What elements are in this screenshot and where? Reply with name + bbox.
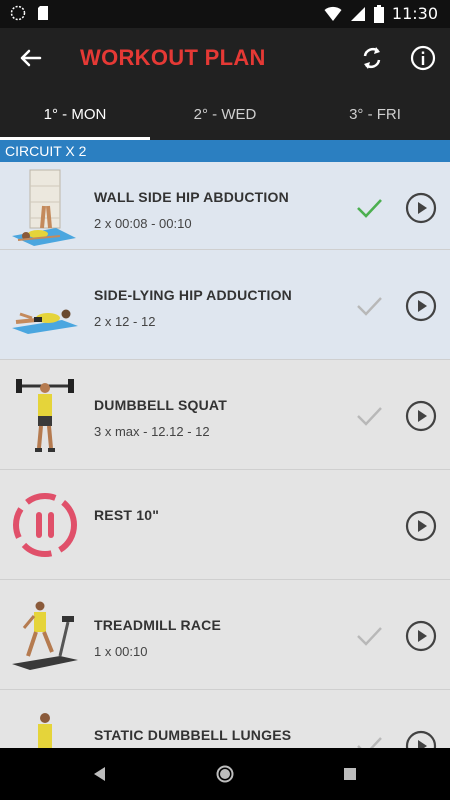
refresh-icon[interactable] [356,42,388,74]
exercise-name: REST 10" [94,507,160,523]
dumbbell-squat-thumbnail [16,379,74,452]
rest-pause-icon [13,493,77,557]
day-tabs: 1° - MON 2° - WED 3° - FRI [0,88,450,140]
system-nav-bar [0,748,450,800]
back-arrow-icon[interactable] [14,42,46,74]
info-icon[interactable] [407,42,439,74]
play-icon[interactable] [405,290,437,322]
exercise-name: DUMBBELL SQUAT [94,397,227,413]
exercise-name: SIDE-LYING HIP ADDUCTION [94,287,292,303]
wall-hip-abduction-thumbnail [12,169,76,246]
exercise-detail: 3 x max - 12.12 - 12 [94,424,210,439]
circuit-header: CIRCUIT X 2 [0,140,450,162]
exercise-name: TREADMILL RACE [94,617,221,633]
play-icon[interactable] [405,192,437,224]
nav-recents-icon[interactable] [340,764,360,784]
sd-card-icon [38,6,48,20]
side-lying-adduction-thumbnail [12,309,78,334]
exercise-detail: 1 x 00:10 [94,644,148,659]
tab-monday[interactable]: 1° - MON [0,88,150,140]
list-item[interactable]: TREADMILL RACE 1 x 00:10 [0,580,450,690]
static-lunges-thumbnail [38,713,52,748]
treadmill-race-thumbnail [12,601,78,670]
play-icon[interactable] [405,510,437,542]
tab-friday[interactable]: 3° - FRI [300,88,450,140]
list-item[interactable]: REST 10" [0,470,450,580]
play-icon[interactable] [405,620,437,652]
exercise-name: STATIC DUMBBELL LUNGES [94,727,292,743]
list-item[interactable]: DUMBBELL SQUAT 3 x max - 12.12 - 12 [0,360,450,470]
battery-icon [373,4,384,23]
check-pending-icon[interactable] [354,731,384,748]
check-done-icon[interactable] [354,193,384,223]
exercise-detail: 2 x 00:08 - 00:10 [94,216,192,231]
list-item[interactable]: STATIC DUMBBELL LUNGES [0,690,450,748]
record-icon [10,5,26,21]
cell-signal-icon [350,6,365,21]
nav-back-icon[interactable] [90,764,110,784]
app-toolbar: WORKOUT PLAN [0,28,450,88]
check-pending-icon[interactable] [354,621,384,651]
play-icon[interactable] [405,730,437,748]
list-item[interactable]: SIDE-LYING HIP ADDUCTION 2 x 12 - 12 [0,250,450,360]
wifi-icon [324,6,342,21]
exercise-name: WALL SIDE HIP ABDUCTION [94,189,289,205]
nav-home-icon[interactable] [215,764,235,784]
status-bar: 11:30 [0,0,450,28]
exercise-detail: 2 x 12 - 12 [94,314,156,329]
page-title: WORKOUT PLAN [80,45,266,70]
list-item[interactable]: WALL SIDE HIP ABDUCTION 2 x 00:08 - 00:1… [0,162,450,250]
play-icon[interactable] [405,400,437,432]
check-pending-icon[interactable] [354,291,384,321]
status-time: 11:30 [391,4,438,23]
exercise-list: WALL SIDE HIP ABDUCTION 2 x 00:08 - 00:1… [0,162,450,748]
tab-wednesday[interactable]: 2° - WED [150,88,300,140]
check-pending-icon[interactable] [354,401,384,431]
